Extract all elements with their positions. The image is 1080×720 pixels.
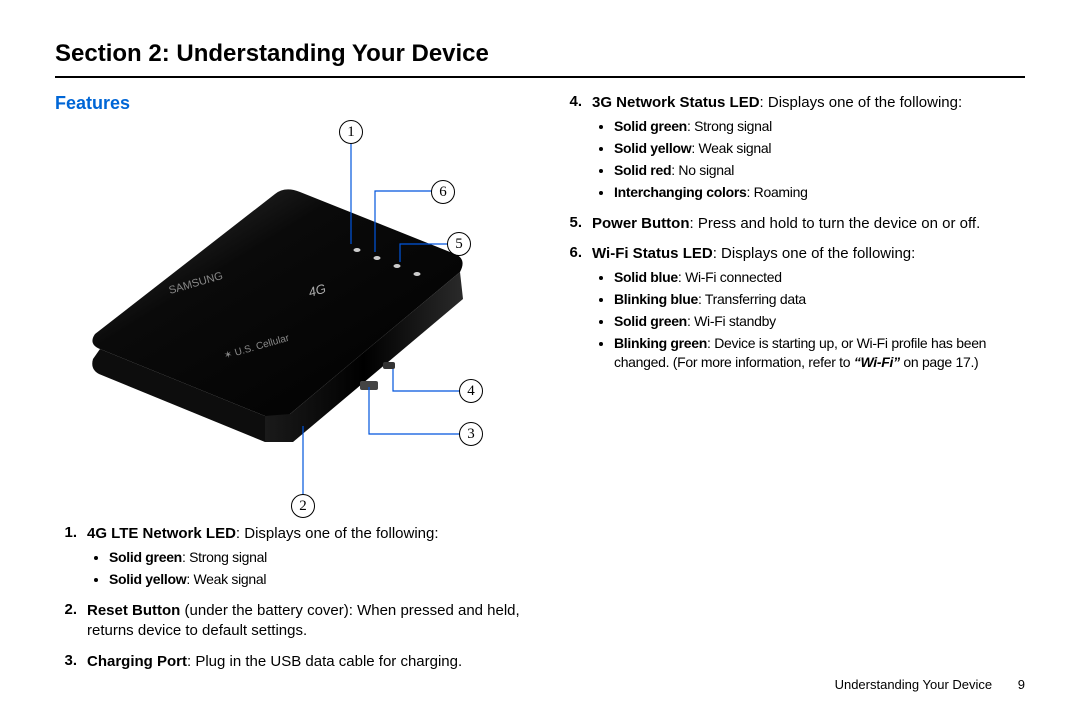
page-ref-link[interactable]: “Wi-Fi” — [854, 354, 900, 370]
item-label: Power Button — [592, 215, 690, 232]
bullet: Interchanging colors: Roaming — [614, 183, 1025, 202]
item-label: 3G Network Status LED — [592, 94, 760, 111]
callout-4: 4 — [459, 379, 483, 403]
callout-6: 6 — [431, 180, 455, 204]
footer-chapter: Understanding Your Device — [835, 677, 993, 692]
bullet: Solid red: No signal — [614, 161, 1025, 180]
bullet: Solid green: Wi-Fi standby — [614, 312, 1025, 331]
bullet: Solid green: Strong signal — [614, 117, 1025, 136]
right-feature-list: 4. 3G Network Status LED: Displays one o… — [560, 93, 1025, 378]
features-heading: Features — [55, 93, 530, 114]
content-columns: Features — [55, 88, 1025, 682]
list-number: 2. — [55, 601, 87, 642]
item-desc: : Displays one of the following: — [236, 525, 439, 542]
footer-page-number: 9 — [1018, 677, 1025, 692]
page-footer: Understanding Your Device 9 — [835, 677, 1025, 692]
item-desc: : Press and hold to turn the device on o… — [690, 215, 981, 232]
list-number: 5. — [560, 214, 592, 234]
bullet: Blinking green: Device is starting up, o… — [614, 334, 1025, 372]
bullet: Solid green: Strong signal — [109, 548, 530, 567]
item-label: 4G LTE Network LED — [87, 525, 236, 542]
item-desc: : Displays one of the following: — [760, 94, 963, 111]
bullet: Solid yellow: Weak signal — [614, 139, 1025, 158]
callout-5: 5 — [447, 232, 471, 256]
bullet: Solid blue: Wi-Fi connected — [614, 268, 1025, 287]
bullet: Solid yellow: Weak signal — [109, 570, 530, 589]
item-label: Wi-Fi Status LED — [592, 245, 713, 262]
divider — [55, 76, 1025, 78]
callout-3: 3 — [459, 422, 483, 446]
list-number: 1. — [55, 524, 87, 595]
item-desc: : Displays one of the following: — [713, 245, 916, 262]
list-number: 6. — [560, 244, 592, 378]
left-column: Features — [55, 88, 530, 682]
bullet: Blinking blue: Transferring data — [614, 290, 1025, 309]
list-number: 4. — [560, 93, 592, 208]
device-diagram: SAMSUNG 4G ✶ U.S. Cellular — [55, 114, 530, 514]
right-column: 4. 3G Network Status LED: Displays one o… — [560, 88, 1025, 682]
callout-2: 2 — [291, 494, 315, 518]
item-label: Reset Button — [87, 602, 180, 619]
section-title: Section 2: Understanding Your Device — [55, 40, 1025, 68]
left-feature-list: 1. 4G LTE Network LED: Displays one of t… — [55, 524, 530, 672]
callout-1: 1 — [339, 120, 363, 144]
item-label: Charging Port — [87, 653, 187, 670]
list-number: 3. — [55, 652, 87, 672]
item-desc: : Plug in the USB data cable for chargin… — [187, 653, 462, 670]
